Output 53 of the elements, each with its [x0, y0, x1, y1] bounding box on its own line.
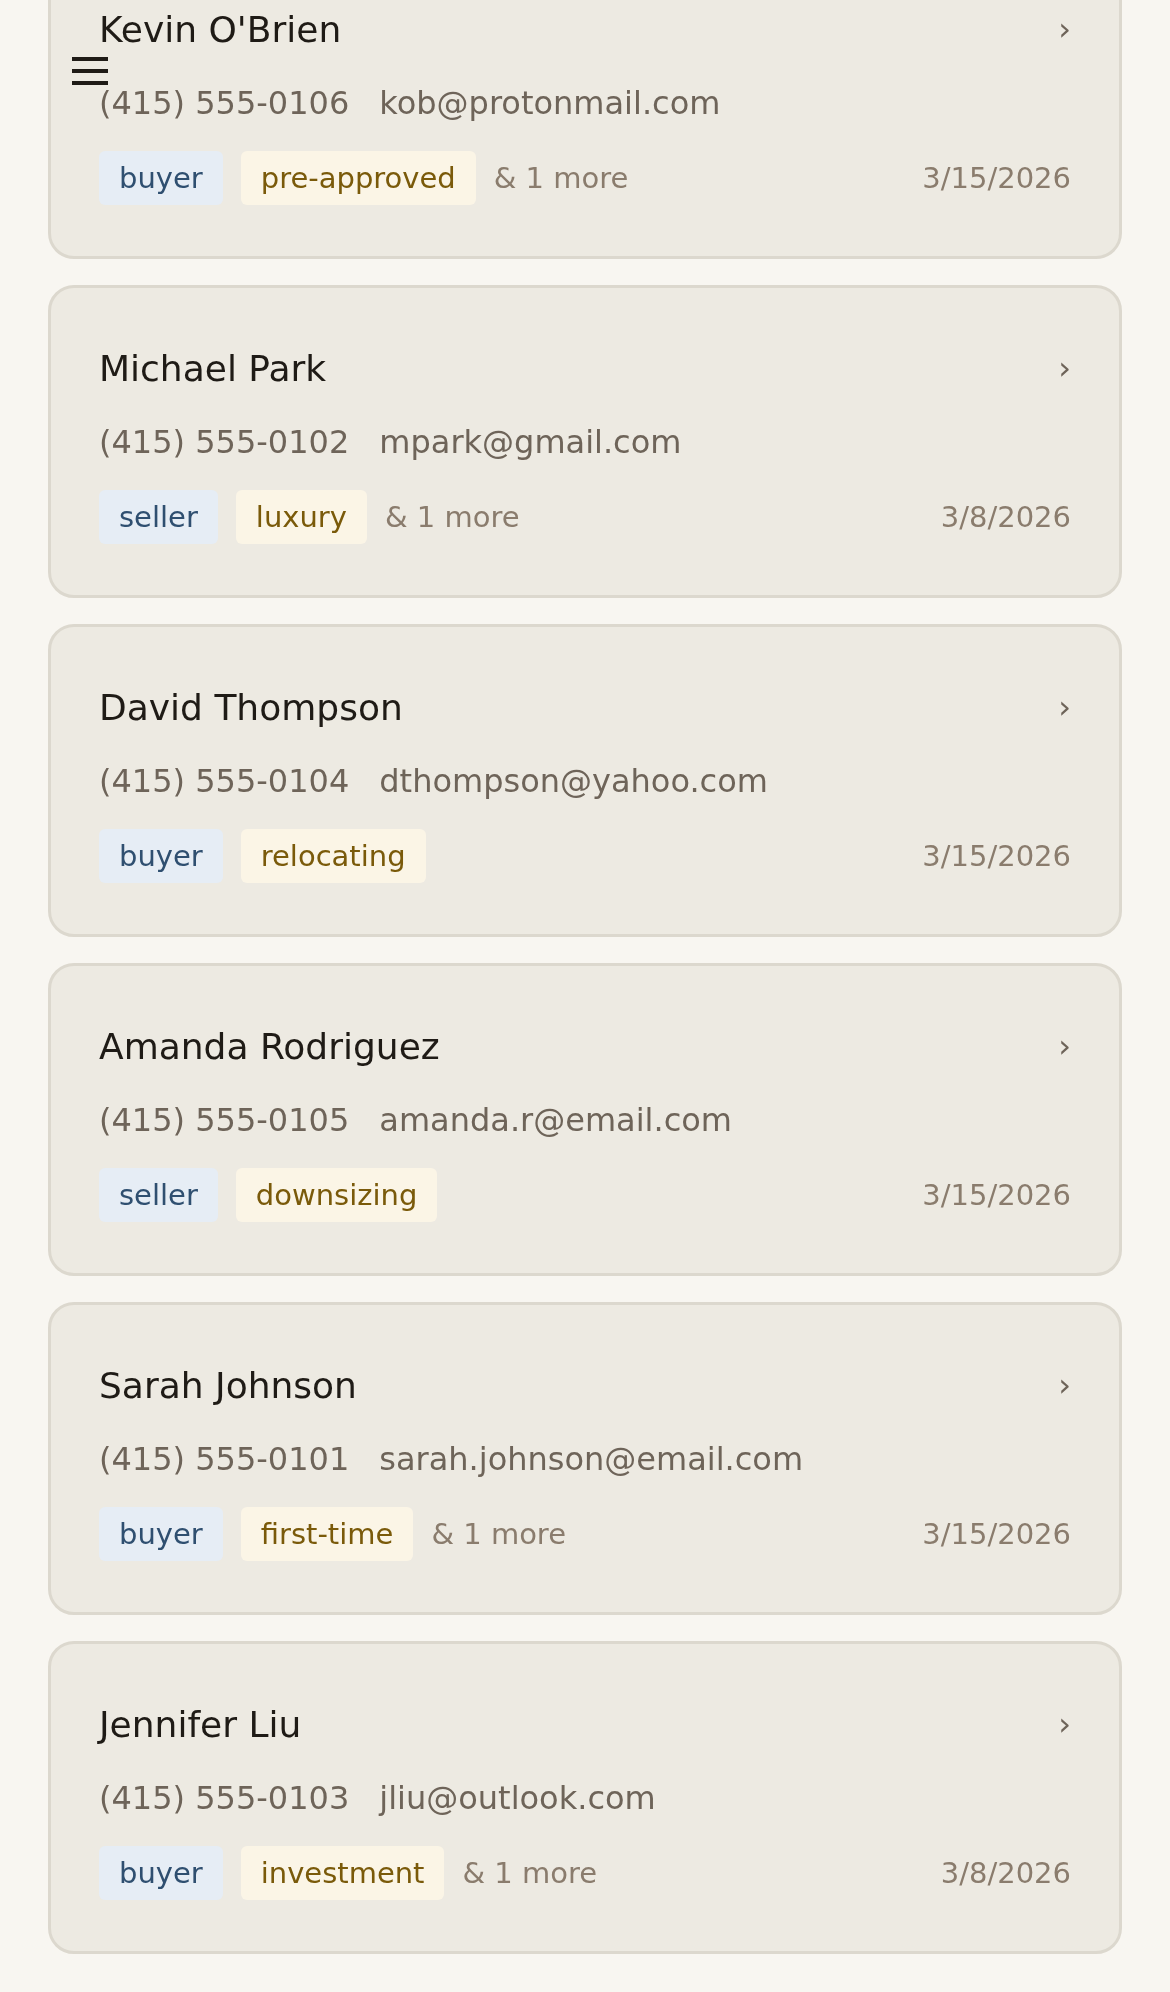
contact-date: 3/8/2026 — [940, 500, 1071, 534]
phone-number: (415) 555-0105 — [99, 1101, 350, 1139]
email-address: amanda.r@email.com — [379, 1101, 732, 1139]
menu-icon[interactable] — [72, 56, 108, 86]
phone-number: (415) 555-0102 — [99, 423, 350, 461]
role-tag: seller — [99, 490, 218, 544]
email-address: mpark@gmail.com — [379, 423, 682, 461]
contact-date: 3/15/2026 — [922, 839, 1071, 873]
contact-card[interactable]: Kevin O'Brien › (415) 555-0106 kob@protonmail.com buyer pre-approved & 1 more 3/15/2026 — [48, 0, 1122, 259]
contact-date: 3/8/2026 — [940, 1856, 1071, 1890]
contact-name: Amanda Rodriguez — [99, 1025, 440, 1067]
category-tag: downsizing — [235, 1168, 438, 1222]
more-tags-label: & 1 more — [431, 1517, 566, 1551]
more-tags-label: & 1 more — [462, 1856, 598, 1890]
contact-date: 3/15/2026 — [922, 1517, 1071, 1551]
chevron-icon: › — [1058, 1705, 1071, 1743]
category-tag: relocating — [240, 829, 426, 883]
contact-name: Sarah Johnson — [99, 1364, 357, 1406]
chevron-icon: › — [1058, 1027, 1071, 1065]
contact-card[interactable]: Sarah Johnson › (415) 555-0101 sarah.johnson@email.com buyer first-time & 1 more 3/15/2026 — [48, 1302, 1122, 1615]
more-tags-label: & 1 more — [493, 161, 629, 195]
contact-name: David Thompson — [99, 686, 403, 728]
contact-card[interactable]: Jennifer Liu › (415) 555-0103 jliu@outlook.com buyer investment & 1 more 3/8/2026 — [48, 1641, 1122, 1954]
category-tag: luxury — [235, 490, 367, 544]
role-tag: buyer — [99, 829, 223, 883]
email-address: sarah.johnson@email.com — [379, 1440, 804, 1478]
more-tags-label: & 1 more — [384, 500, 520, 534]
contact-name: Michael Park — [99, 347, 327, 389]
chevron-icon: › — [1058, 688, 1071, 726]
contact-date: 3/15/2026 — [922, 1178, 1071, 1212]
role-tag: buyer — [99, 1846, 223, 1900]
email-address: dthompson@yahoo.com — [379, 762, 768, 800]
contact-name: Jennifer Liu — [99, 1703, 302, 1745]
phone-number: (415) 555-0104 — [99, 762, 350, 800]
chevron-icon: › — [1058, 1366, 1071, 1404]
category-tag: first-time — [240, 1507, 414, 1561]
role-tag: buyer — [99, 151, 223, 205]
contact-card[interactable]: Michael Park › (415) 555-0102 mpark@gmail.com seller luxury & 1 more 3/8/2026 — [48, 285, 1122, 598]
chevron-icon: › — [1058, 349, 1071, 387]
phone-number: (415) 555-0106 — [99, 84, 350, 122]
category-tag: pre-approved — [240, 151, 476, 205]
email-address: kob@protonmail.com — [379, 84, 721, 122]
phone-number: (415) 555-0101 — [99, 1440, 350, 1478]
email-address: jliu@outlook.com — [379, 1779, 656, 1817]
category-tag: investment — [240, 1846, 445, 1900]
contact-card[interactable]: Amanda Rodriguez › (415) 555-0105 amanda.r@email.com seller downsizing 3/15/2026 — [48, 963, 1122, 1276]
phone-number: (415) 555-0103 — [99, 1779, 350, 1817]
chevron-icon: › — [1058, 10, 1071, 48]
contact-date: 3/15/2026 — [922, 161, 1071, 195]
contact-card[interactable]: David Thompson › (415) 555-0104 dthompson@yahoo.com buyer relocating 3/15/2026 — [48, 624, 1122, 937]
role-tag: seller — [99, 1168, 218, 1222]
role-tag: buyer — [99, 1507, 223, 1561]
contact-name: Kevin O'Brien — [99, 8, 342, 50]
